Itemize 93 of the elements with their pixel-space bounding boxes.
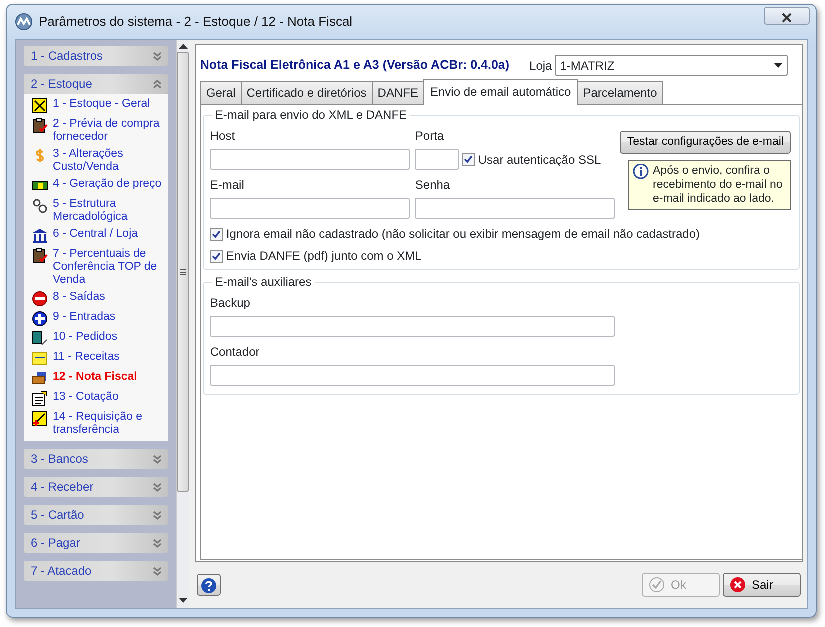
group-title[interactable]: 3 - Bancos	[31, 450, 88, 468]
group-header[interactable]: 3 - Bancos	[24, 449, 168, 469]
email-field[interactable]	[210, 198, 410, 219]
info-text: Após o envio, confira o recebimento do e-mail no e-mail indicado ao lado.	[653, 164, 784, 206]
gears-icon	[32, 198, 48, 214]
group-title[interactable]: 2 - Estoque	[31, 75, 92, 93]
dropdown-value: 1-MATRIZ	[560, 58, 615, 74]
sidebar-item[interactable]: 1 - Estoque - Geral	[53, 98, 150, 111]
port-field[interactable]	[415, 149, 460, 170]
expand-icon[interactable]	[153, 454, 162, 464]
sidebar-item[interactable]: 11 - Receitas	[53, 351, 120, 364]
sidebar-item[interactable]: 7 - Percentuais de Conferência TOP de Venda	[53, 248, 164, 287]
info-icon	[633, 164, 649, 180]
clipboard-icon	[32, 118, 48, 134]
group-title[interactable]: 1 - Cadastros	[31, 47, 104, 65]
store-dropdown[interactable]: 1-MATRIZ	[555, 55, 788, 76]
group-title[interactable]: 5 - Cartão	[31, 506, 84, 524]
calculator-icon	[32, 331, 48, 347]
window-title: Parâmetros do sistema - 2 - Estoque / 12 - Nota Fiscal	[39, 13, 353, 32]
sidebar-item[interactable]: 14 - Requisição e transferência	[53, 411, 164, 437]
email-field[interactable]	[210, 365, 616, 386]
store-label: Loja	[530, 58, 552, 74]
expand-icon[interactable]	[153, 566, 162, 576]
group-header[interactable]: 6 - Pagar	[24, 533, 168, 553]
close-icon	[730, 577, 746, 593]
bank-icon	[32, 228, 48, 244]
sidebar-item[interactable]: 12 - Nota Fiscal	[53, 371, 138, 384]
checkbox[interactable]	[210, 250, 224, 262]
note-icon	[32, 351, 48, 367]
field-label: Contador	[210, 344, 261, 361]
close-icon	[782, 12, 792, 23]
help-button[interactable]	[197, 574, 222, 596]
sidebar-item[interactable]: 4 - Geração de preço	[53, 178, 162, 191]
scroll-up-icon[interactable]	[178, 44, 188, 50]
group-title[interactable]: 7 - Atacado	[31, 562, 92, 580]
group-title[interactable]: 6 - Pagar	[31, 534, 80, 552]
sidebar-item[interactable]: 9 - Entradas	[53, 311, 116, 324]
expand-icon[interactable]	[153, 52, 162, 60]
tab[interactable]: Parcelamento	[577, 81, 664, 104]
checkbox-label[interactable]: Ignora email não cadastrado (não solicitar ou exibir mensagem de email não cadastrado)	[226, 225, 700, 243]
grip-icon	[180, 268, 186, 276]
sidebar-item[interactable]: 8 - Saídas	[53, 291, 106, 304]
group-title[interactable]: 4 - Receber	[31, 478, 94, 496]
expand-icon[interactable]	[153, 482, 162, 492]
email-field[interactable]	[210, 316, 616, 337]
document-icon	[32, 391, 48, 407]
tab[interactable]: Certificado e diretórios	[240, 81, 373, 104]
host-field[interactable]	[210, 149, 410, 170]
collapse-icon[interactable]	[153, 80, 162, 88]
minus-circle-icon	[32, 291, 48, 307]
test-email-button[interactable]: Testar configurações de e-mail	[620, 131, 791, 154]
tab[interactable]: DANFE	[372, 81, 424, 104]
group-legend: E-mail's auxiliares	[212, 276, 315, 288]
dropdown-arrow-icon	[774, 63, 784, 68]
group-legend: E-mail para envio do XML e DANFE	[212, 109, 410, 121]
expand-icon[interactable]	[153, 538, 162, 548]
password-field[interactable]	[415, 198, 616, 219]
panel-heading: Nota Fiscal Eletrônica A1 e A3 (Versão ACBr: 0.4.0a)	[200, 57, 510, 74]
sidebar-item[interactable]: 13 - Cotação	[53, 391, 119, 404]
scroll-down-icon[interactable]	[178, 598, 188, 604]
sidebar-item[interactable]: 6 - Central / Loja	[53, 228, 138, 241]
field-label: Senha	[415, 177, 452, 194]
group-header[interactable]: 5 - Cartão	[24, 505, 168, 525]
help-icon	[201, 578, 218, 594]
group-header[interactable]: 4 - Receber	[24, 477, 168, 497]
group-header[interactable]: 2 - Estoque	[24, 74, 168, 94]
expand-icon[interactable]	[153, 510, 162, 520]
field-label: Host	[210, 128, 236, 145]
clipboard-icon	[32, 248, 48, 264]
sidebar-item[interactable]: 3 - Alterações Custo/Venda	[53, 148, 164, 174]
group-header[interactable]: 1 - Cadastros	[24, 46, 168, 66]
sidebar-item[interactable]: 5 - Estrutura Mercadológica	[53, 198, 164, 224]
folders-icon	[32, 371, 48, 387]
scrollbar[interactable]	[176, 40, 190, 608]
tab[interactable]: Envio de email automático	[423, 79, 578, 105]
close-button[interactable]	[764, 7, 810, 25]
field-label: Backup	[210, 295, 252, 312]
field-label: Porta	[415, 128, 446, 145]
checkbox-label[interactable]: Envia DANFE (pdf) junto com o XML	[226, 247, 422, 265]
square-icon	[32, 411, 48, 427]
checkbox[interactable]	[462, 153, 476, 166]
sidebar-item[interactable]: 2 - Prévia de compra fornecedor	[53, 118, 164, 144]
square-icon	[32, 98, 48, 114]
group-header[interactable]: 7 - Atacado	[24, 561, 168, 581]
app-logo-icon	[15, 13, 33, 31]
checkbox-label[interactable]: Usar autenticação SSL	[478, 150, 602, 168]
plus-circle-icon	[32, 311, 48, 327]
sidebar-item[interactable]: 10 - Pedidos	[53, 331, 118, 344]
field-label: E-mail	[210, 177, 246, 194]
checkbox[interactable]	[210, 228, 224, 240]
check-icon	[649, 577, 665, 593]
exit-button[interactable]: Sair	[723, 573, 801, 597]
tab[interactable]: Geral	[200, 81, 242, 104]
